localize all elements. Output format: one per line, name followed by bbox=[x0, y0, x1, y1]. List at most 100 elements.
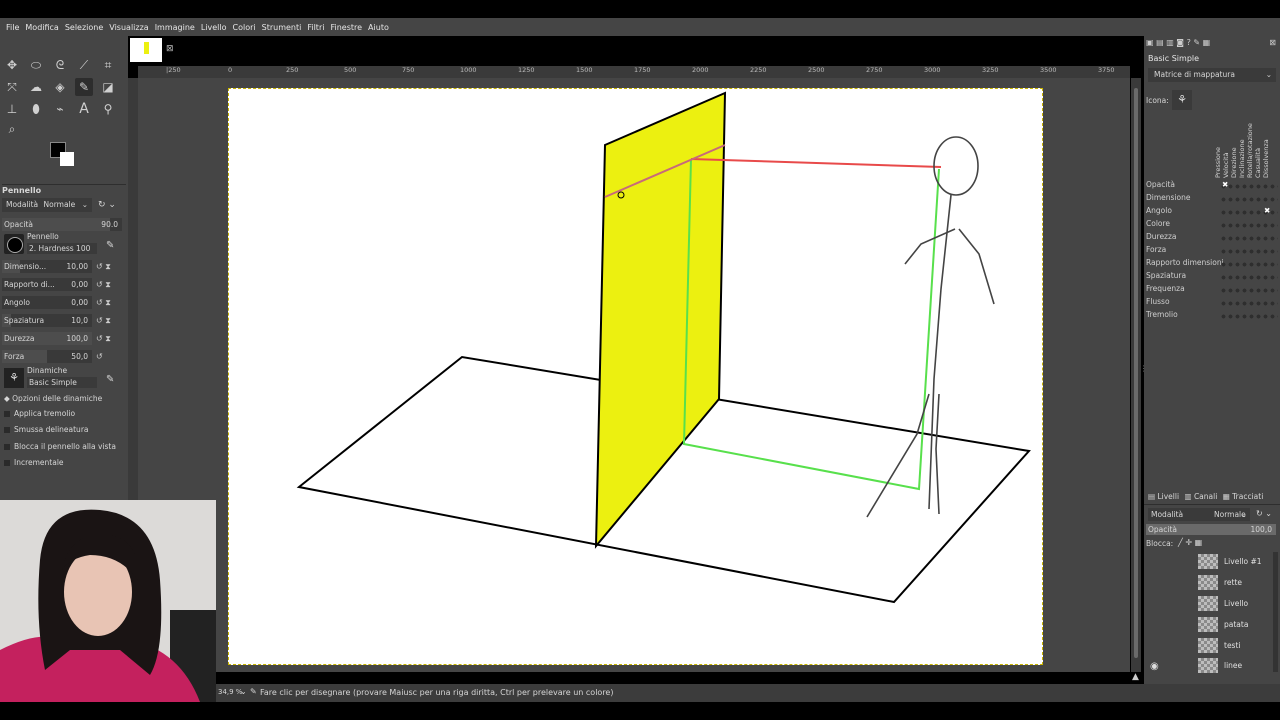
dynamics-editor-panel: ▣ ▤ ▥ ◙ ? ✎ ▦ ⊠ Basic Simple Matrice di … bbox=[1144, 36, 1280, 704]
path-icon[interactable]: ⌁ bbox=[51, 100, 69, 118]
layer-item[interactable]: testi bbox=[1194, 636, 1274, 655]
rect-select-icon[interactable]: ⬭ bbox=[27, 56, 45, 74]
dynamics-icon-button[interactable]: ⚘ bbox=[1172, 90, 1192, 110]
bucket-fill-icon[interactable]: ◈ bbox=[51, 78, 69, 96]
edit-dynamics-icon[interactable]: ✎ bbox=[106, 374, 114, 385]
reset-params-icon[interactable]: ↺ ⧗ ↺ ⧗ ↺ ⧗ ↺ ⧗ ↺ ⧗ ↺ bbox=[96, 258, 111, 366]
angle-slider[interactable]: Angolo 0,00 bbox=[2, 296, 92, 309]
edit-brush-icon[interactable]: ✎ bbox=[106, 240, 114, 251]
text-tool-icon[interactable]: A bbox=[75, 100, 93, 118]
fuzzy-select-icon[interactable]: ⟋ bbox=[75, 56, 93, 74]
move-tool-icon[interactable]: ✥ bbox=[3, 56, 21, 74]
dyn-row-color[interactable]: Colore bbox=[1146, 219, 1278, 231]
dyn-row-aspect[interactable]: Rapporto dimensioni bbox=[1146, 258, 1278, 270]
layer-item[interactable]: rette bbox=[1194, 573, 1274, 592]
layers-tab[interactable]: ▤ Livelli bbox=[1148, 492, 1179, 501]
zoom-value[interactable]: 34,9 % bbox=[218, 688, 242, 696]
menu-file[interactable]: File bbox=[6, 23, 19, 32]
layer-item[interactable]: linee bbox=[1194, 656, 1274, 675]
zoom-icon[interactable]: ⌕ bbox=[3, 120, 21, 138]
dyn-row-dots[interactable] bbox=[1220, 222, 1278, 228]
ruler-label: 2000 bbox=[692, 66, 709, 74]
color-picker-icon[interactable]: ⚲ bbox=[99, 100, 117, 118]
image-canvas[interactable] bbox=[228, 88, 1043, 665]
size-slider[interactable]: Dimensio... 10,00 bbox=[2, 260, 92, 273]
menu-finestre[interactable]: Finestre bbox=[330, 23, 362, 32]
lock-brush-check[interactable]: Blocca il pennello alla vista bbox=[4, 442, 116, 451]
navigate-icon[interactable]: ▲ bbox=[1132, 672, 1139, 682]
dyn-row-jitter[interactable]: Tremolio bbox=[1146, 310, 1278, 322]
dyn-row-spacing[interactable]: Spaziatura bbox=[1146, 271, 1278, 283]
dyn-row-hardness[interactable]: Durezza bbox=[1146, 232, 1278, 244]
brush-preview[interactable] bbox=[4, 234, 24, 254]
vertical-scrollbar[interactable] bbox=[1131, 78, 1141, 672]
warp-icon[interactable]: ☁ bbox=[27, 78, 45, 96]
spacing-slider[interactable]: Spaziatura 10,0 bbox=[2, 314, 92, 327]
layers-scrollbar[interactable] bbox=[1273, 552, 1278, 672]
smudge-icon[interactable]: ⬮ bbox=[27, 100, 45, 118]
menu-livello[interactable]: Livello bbox=[201, 23, 227, 32]
smooth-stroke-check[interactable]: Smussa delineatura bbox=[4, 425, 89, 434]
layer-item[interactable]: Livello bbox=[1194, 594, 1274, 613]
force-slider[interactable]: Forza 50,0 bbox=[2, 350, 92, 363]
layers-reset-icon[interactable]: ↻ ⌄ bbox=[1256, 509, 1272, 518]
dyn-row-dots[interactable] bbox=[1220, 261, 1278, 267]
eraser-icon[interactable]: ◪ bbox=[99, 78, 117, 96]
dyn-row-size[interactable]: Dimensione bbox=[1146, 193, 1278, 205]
close-tab-icon[interactable]: ⊠ bbox=[166, 44, 174, 54]
channels-tab[interactable]: ▥ Canali bbox=[1184, 492, 1217, 501]
background-color[interactable] bbox=[60, 152, 74, 166]
zoom-dropdown-icon[interactable]: ⌄ bbox=[240, 687, 247, 696]
lasso-icon[interactable]: ᘓ bbox=[51, 56, 69, 74]
hardness-slider[interactable]: Durezza 100,0 bbox=[2, 332, 92, 345]
dyn-row-dots[interactable] bbox=[1220, 235, 1278, 241]
close-panel-icon[interactable]: ⊠ bbox=[1269, 38, 1276, 47]
mapping-matrix-select[interactable]: Matrice di mappatura ⌄ bbox=[1148, 68, 1276, 82]
opacity-slider[interactable]: Opacità 90.0 bbox=[2, 218, 122, 231]
dyn-row-force[interactable]: Forza bbox=[1146, 245, 1278, 257]
dyn-row-flow[interactable]: Flusso bbox=[1146, 297, 1278, 309]
menu-strumenti[interactable]: Strumenti bbox=[262, 23, 302, 32]
menu-visualizza[interactable]: Visualizza bbox=[109, 23, 148, 32]
menu-selezione[interactable]: Selezione bbox=[65, 23, 103, 32]
dyn-row-opacity[interactable]: Opacità ✖ bbox=[1146, 180, 1278, 192]
incremental-check[interactable]: Incrementale bbox=[4, 458, 64, 467]
dyn-row-dots[interactable] bbox=[1220, 183, 1278, 189]
aspect-slider[interactable]: Rapporto di... 0,00 bbox=[2, 278, 92, 291]
image-tab[interactable] bbox=[130, 38, 162, 62]
layers-mode-select[interactable]: Modalità Normale ⌄ bbox=[1148, 508, 1250, 521]
layer-item[interactable]: patata bbox=[1194, 615, 1274, 634]
scrollbar-thumb[interactable] bbox=[1134, 88, 1138, 658]
dyn-row-dots[interactable] bbox=[1220, 313, 1278, 319]
dyn-row-angle[interactable]: Angolo ✖ bbox=[1146, 206, 1278, 218]
clone-icon[interactable]: ⊥ bbox=[3, 100, 21, 118]
mode-select[interactable]: Modalità Normale ⌄ bbox=[2, 198, 92, 212]
layers-opacity-slider[interactable]: Opacità 100,0 bbox=[1146, 524, 1276, 535]
panel-tabs-icon[interactable] bbox=[2, 174, 126, 185]
dyn-row-dots[interactable] bbox=[1220, 248, 1278, 254]
dynamics-icon[interactable]: ⚘ bbox=[4, 368, 24, 388]
dyn-row-rate[interactable]: Frequenza bbox=[1146, 284, 1278, 296]
dyn-row-dots[interactable] bbox=[1220, 196, 1278, 202]
reset-icon[interactable]: ↻ ⌄ bbox=[98, 200, 116, 210]
brush-value[interactable]: 2. Hardness 100 bbox=[27, 243, 97, 254]
menu-aiuto[interactable]: Aiuto bbox=[368, 23, 389, 32]
eye-icon[interactable]: ◉ bbox=[1150, 661, 1159, 672]
crop-icon[interactable]: ⌗ bbox=[99, 56, 117, 74]
apply-jitter-check[interactable]: Applica tremolio bbox=[4, 409, 75, 418]
dynamics-options-expander[interactable]: ◆ Opzioni delle dinamiche bbox=[4, 394, 102, 403]
menu-colori[interactable]: Colori bbox=[233, 23, 256, 32]
menu-immagine[interactable]: Immagine bbox=[155, 23, 195, 32]
dynamics-value[interactable]: Basic Simple bbox=[27, 377, 97, 388]
dyn-row-dots[interactable] bbox=[1220, 287, 1278, 293]
menu-filtri[interactable]: Filtri bbox=[307, 23, 324, 32]
transform-icon[interactable]: ⤧ bbox=[3, 78, 21, 96]
paintbrush-icon[interactable]: ✎ bbox=[75, 78, 93, 96]
dyn-row-dots[interactable] bbox=[1220, 300, 1278, 306]
layer-item[interactable]: Livello #1 bbox=[1194, 552, 1274, 571]
menu-modifica[interactable]: Modifica bbox=[25, 23, 58, 32]
dyn-row-dots[interactable] bbox=[1220, 274, 1278, 280]
lock-icons[interactable]: ╱ ✛ ▦ bbox=[1178, 538, 1202, 547]
panel-tab-icons[interactable]: ▣ ▤ ▥ ◙ ? ✎ ▦ bbox=[1146, 38, 1210, 47]
paths-tab[interactable]: ▦ Tracciati bbox=[1223, 492, 1264, 501]
